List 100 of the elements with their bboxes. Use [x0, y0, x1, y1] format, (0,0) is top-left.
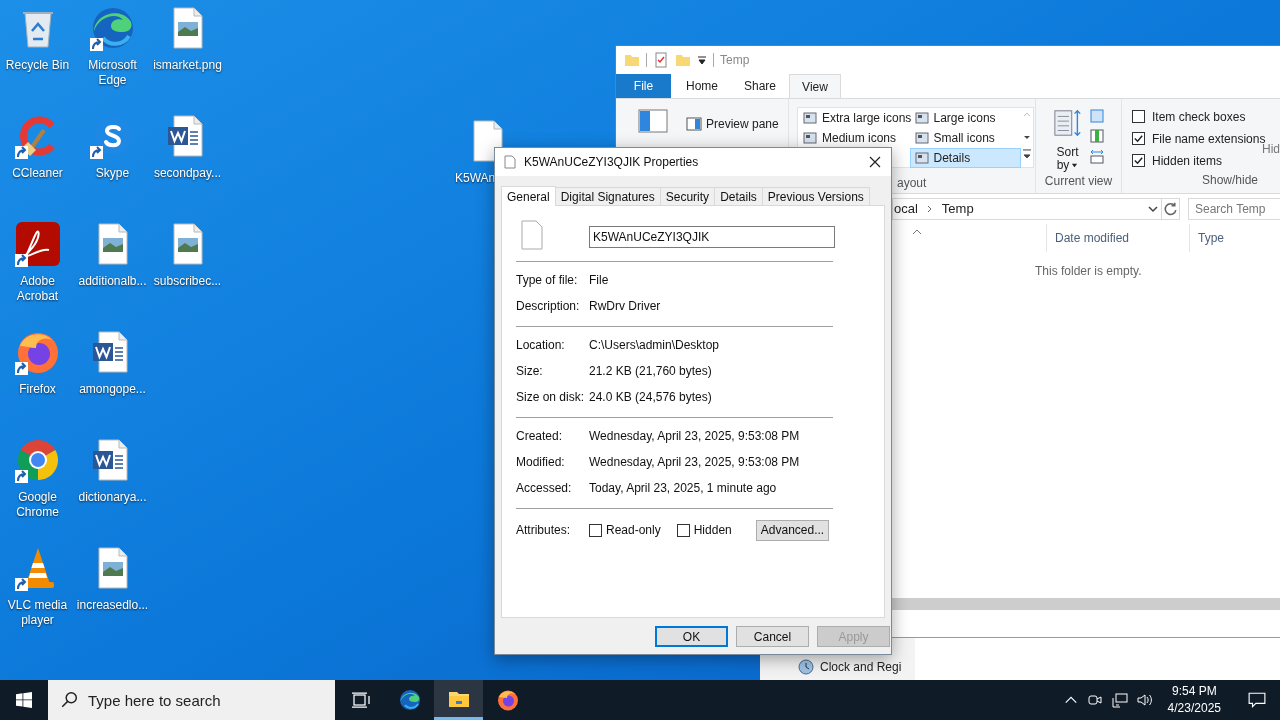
property-label: Location:: [516, 337, 566, 354]
checkbox-label[interactable]: Hidden: [693, 521, 732, 539]
layout-option[interactable]: Medium icons: [798, 128, 910, 148]
property-label: Attributes:: [516, 522, 572, 539]
dropdown-icon[interactable]: [1147, 203, 1159, 215]
desktop-icon-label[interactable]: CCleaner: [0, 166, 75, 181]
empty-folder-message: This folder is empty.: [1035, 263, 1143, 280]
address-segment[interactable]: ocal: [894, 199, 918, 219]
notifications-icon[interactable]: [1248, 691, 1266, 709]
group-label: ayout: [897, 175, 928, 192]
option-label[interactable]: File name extensions: [1152, 129, 1266, 148]
properties-icon[interactable]: [653, 52, 669, 68]
blank-file-icon: [520, 220, 544, 250]
property-value: Wednesday, April 23, 2025, 9:53:08 PM: [589, 454, 800, 471]
ribbon-tab[interactable]: View: [789, 74, 841, 98]
file-icon: [504, 155, 516, 169]
clock-globe-icon: [798, 659, 814, 675]
volume-icon[interactable]: [1136, 692, 1153, 708]
caret-icon: [1071, 162, 1079, 169]
desktop-icon-label[interactable]: Skype: [75, 166, 150, 181]
property-label: Description:: [516, 298, 581, 315]
view-icon: [913, 110, 930, 126]
view-icon: [913, 150, 930, 166]
dialog-tab[interactable]: General: [501, 186, 556, 206]
desktop-icon-label[interactable]: Recycle Bin: [0, 58, 75, 73]
group-label: Current view: [1044, 173, 1113, 190]
desktop-icon-label[interactable]: increasedlo...: [75, 598, 150, 613]
windows-logo-icon: [16, 692, 32, 708]
advanced-button[interactable]: Advanced...: [756, 519, 829, 541]
column-header[interactable]: Type: [1198, 229, 1224, 247]
desktop-icon-label[interactable]: Firefox: [0, 382, 75, 397]
horizontal-scrollbar[interactable]: [892, 598, 1280, 610]
view-icon: [913, 130, 930, 146]
sort-icon: [1052, 108, 1083, 138]
desktop-icon-label[interactable]: subscribec...: [150, 274, 225, 289]
checkbox[interactable]: [1132, 132, 1145, 145]
dialog-title: K5WAnUCeZYI3QJIK Properties: [524, 154, 699, 171]
layout-option[interactable]: Small icons: [909, 128, 1022, 148]
property-value: File: [589, 272, 609, 289]
property-label: Size on disk:: [516, 389, 586, 406]
group-label: Show/hide: [1202, 172, 1260, 189]
property-value: Today, April 23, 2025, 1 minute ago: [589, 480, 777, 497]
camera-icon[interactable]: [1086, 692, 1103, 708]
add-columns-icon: [1088, 128, 1105, 144]
window-title: Temp: [720, 52, 750, 69]
property-label: Type of file:: [516, 272, 579, 289]
file-tab[interactable]: File: [616, 74, 671, 98]
property-value: 24.0 KB (24,576 bytes): [589, 389, 712, 406]
clock[interactable]: 9:54 PM 4/23/2025: [1161, 683, 1227, 717]
desktop-icon-label[interactable]: Adobe Acrobat: [0, 274, 75, 304]
caret-icon[interactable]: [697, 55, 707, 65]
layout-option[interactable]: Extra large icons: [798, 108, 910, 128]
layout-option[interactable]: Details: [909, 148, 1022, 168]
dialog-tab[interactable]: Security: [659, 187, 716, 205]
property-label: Size:: [516, 363, 544, 380]
property-value: 21.2 KB (21,760 bytes): [589, 363, 712, 380]
dialog-tab[interactable]: Previous Versions: [761, 187, 870, 205]
ribbon-tab[interactable]: Share: [731, 74, 789, 98]
property-value: C:\Users\admin\Desktop: [589, 337, 720, 354]
desktop-icon-label[interactable]: ismarket.png: [150, 58, 225, 73]
property-value: Wednesday, April 23, 2025, 9:53:08 PM: [589, 428, 800, 445]
group-by-icon: [1088, 108, 1105, 124]
refresh-icon[interactable]: [1162, 198, 1180, 220]
sort-by-button[interactable]: Sort by: [1052, 108, 1083, 172]
navigation-pane-icon[interactable]: [638, 109, 668, 133]
preview-pane-button[interactable]: Preview pane: [686, 114, 779, 134]
ribbon-tab[interactable]: Home: [673, 74, 731, 98]
option-label[interactable]: Item check boxes: [1152, 107, 1246, 126]
checkbox[interactable]: [1132, 110, 1145, 123]
desktop-icon-label[interactable]: Microsoft Edge: [75, 58, 150, 88]
checkbox-label[interactable]: Read-only: [606, 521, 661, 539]
address-segment[interactable]: Temp: [941, 199, 974, 219]
option-label[interactable]: Hidden items: [1152, 151, 1223, 170]
desktop-icon-label[interactable]: secondpay...: [150, 166, 225, 181]
checkbox[interactable]: [676, 523, 690, 537]
column-header[interactable]: Date modified: [1055, 229, 1189, 247]
pdf-logo-icon[interactable]: [13, 220, 62, 268]
property-label: Modified:: [516, 454, 566, 471]
property-label: Accessed:: [516, 480, 573, 497]
desktop-icon-label[interactable]: Google Chrome: [0, 490, 75, 520]
taskbar-app-button[interactable]: [434, 680, 483, 720]
checkbox[interactable]: [1132, 154, 1145, 167]
swirl-logo-icon: [397, 688, 422, 712]
preview-pane-icon: [686, 116, 702, 132]
dialog-button[interactable]: Cancel: [736, 626, 809, 647]
search-field[interactable]: Search Temp: [1188, 198, 1280, 220]
dialog-button[interactable]: OK: [655, 626, 728, 647]
view-icon: [802, 130, 818, 146]
network-icon[interactable]: [1111, 692, 1128, 708]
address-bar[interactable]: ocal Temp: [892, 198, 1162, 220]
desktop-icon-label[interactable]: additionalb...: [75, 274, 150, 289]
desktop-icon-label[interactable]: VLC media player: [0, 598, 75, 628]
dialog-tab[interactable]: Digital Signatures: [554, 187, 661, 205]
checkbox[interactable]: [589, 523, 602, 537]
desktop-icon-label[interactable]: K5WAn: [455, 171, 496, 186]
desktop-icon-label[interactable]: amongope...: [75, 382, 150, 397]
close-icon[interactable]: [869, 156, 881, 168]
file-name-field[interactable]: K5WAnUCeZYI3QJIK: [589, 226, 835, 248]
desktop-icon-label[interactable]: dictionarya...: [75, 490, 150, 505]
size-columns-icon: [1088, 148, 1105, 164]
